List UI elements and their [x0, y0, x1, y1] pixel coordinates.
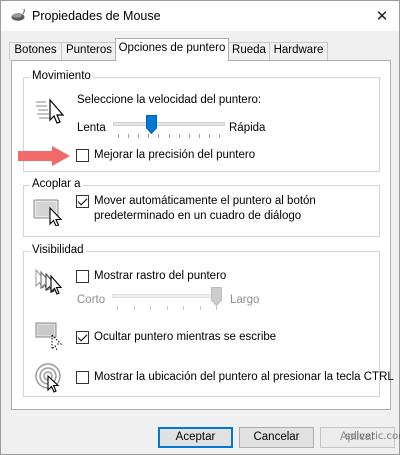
watermark: solvetic.com: [345, 431, 400, 442]
precision-checkbox[interactable]: [76, 149, 89, 162]
tab-opciones-de-puntero[interactable]: Opciones de puntero: [115, 38, 229, 61]
slider-track: [113, 122, 225, 126]
mouse-properties-window: Propiedades de Mouse ✕ Botones Punteros …: [0, 0, 400, 455]
snap-to-checkbox[interactable]: [76, 195, 89, 208]
trail-short-label: Corto: [77, 294, 106, 306]
group-label: Movimiento: [30, 70, 93, 82]
snap-to-button-icon: [33, 199, 63, 226]
tab-botones[interactable]: Botones: [9, 42, 62, 60]
accept-label: Aceptar: [175, 431, 216, 443]
speed-slider[interactable]: [113, 115, 225, 139]
hide-typing-label: Ocultar puntero mientras se escribe: [94, 331, 277, 343]
snap-to-label-line2: predeterminado en un cuadro de diálogo: [94, 210, 302, 222]
tab-panel: Movimiento Seleccione la velocidad del p…: [11, 60, 394, 410]
trail-length-slider[interactable]: [112, 287, 222, 311]
tab-hardware[interactable]: Hardware: [269, 42, 328, 60]
slider-tick: [188, 134, 190, 138]
close-button[interactable]: ✕: [371, 5, 393, 27]
tab-label: Punteros: [65, 44, 113, 56]
cancel-button[interactable]: Cancelar: [239, 427, 314, 448]
slider-tick: [219, 134, 220, 138]
mouse-icon: [11, 8, 25, 21]
hide-pointer-typing-icon: [35, 322, 63, 351]
show-location-ctrl-label: Mostrar la ubicación del puntero al pres…: [94, 371, 394, 383]
pointer-trails-icon: [35, 268, 63, 295]
hide-typing-checkbox[interactable]: [76, 331, 89, 344]
pointer-trails-checkbox[interactable]: [76, 270, 89, 283]
slow-label: Lenta: [77, 122, 106, 134]
slider-tick: [133, 306, 135, 310]
cancel-label: Cancelar: [253, 431, 300, 443]
annotation-arrow-icon: [18, 146, 70, 166]
slider-tick: [138, 134, 140, 138]
slider-tick: [128, 134, 130, 138]
slider-tick: [168, 134, 170, 138]
snap-to-label-line1: Mover automáticamente el puntero al botó…: [94, 195, 316, 207]
slider-tick: [199, 306, 201, 310]
slider-thumb[interactable]: [211, 287, 222, 306]
slider-tick: [198, 134, 200, 138]
slider-tick: [216, 306, 217, 310]
slider-tick: [208, 134, 210, 138]
speed-label: Seleccione la velocidad del puntero:: [77, 94, 262, 106]
group-label: Visibilidad: [30, 244, 86, 256]
group-label: Acoplar a: [30, 178, 83, 190]
slider-tick: [117, 306, 118, 310]
slider-tick: [148, 134, 150, 138]
slider-tick: [183, 306, 184, 310]
window-title: Propiedades de Mouse: [32, 9, 161, 23]
pointer-trails-label: Mostrar rastro del puntero: [94, 270, 227, 282]
pointer-speed-icon: [36, 98, 65, 124]
fast-label: Rápida: [229, 122, 266, 134]
pointer-location-icon: [35, 363, 61, 393]
close-icon: ✕: [375, 8, 389, 25]
tab-label: Botones: [14, 44, 57, 56]
slider-tick: [178, 134, 180, 138]
slider-track: [112, 294, 222, 298]
title-bar: Propiedades de Mouse ✕: [1, 1, 399, 31]
slider-thumb[interactable]: [146, 115, 158, 134]
show-location-ctrl-checkbox[interactable]: [76, 371, 89, 384]
precision-label: Mejorar la precisión del puntero: [94, 149, 256, 161]
tab-label: Rueda: [232, 44, 266, 56]
trail-long-label: Largo: [230, 294, 260, 306]
tab-rueda[interactable]: Rueda: [228, 42, 270, 60]
slider-tick: [150, 306, 151, 310]
slider-tick: [118, 134, 119, 138]
watermark-text: solvetic.com: [345, 431, 400, 442]
slider-tick: [158, 134, 160, 138]
accept-button[interactable]: Aceptar: [158, 427, 233, 448]
tab-punteros[interactable]: Punteros: [61, 42, 117, 60]
tab-label: Opciones de puntero: [118, 42, 226, 54]
slider-tick: [166, 306, 168, 310]
tab-label: Hardware: [273, 44, 324, 56]
